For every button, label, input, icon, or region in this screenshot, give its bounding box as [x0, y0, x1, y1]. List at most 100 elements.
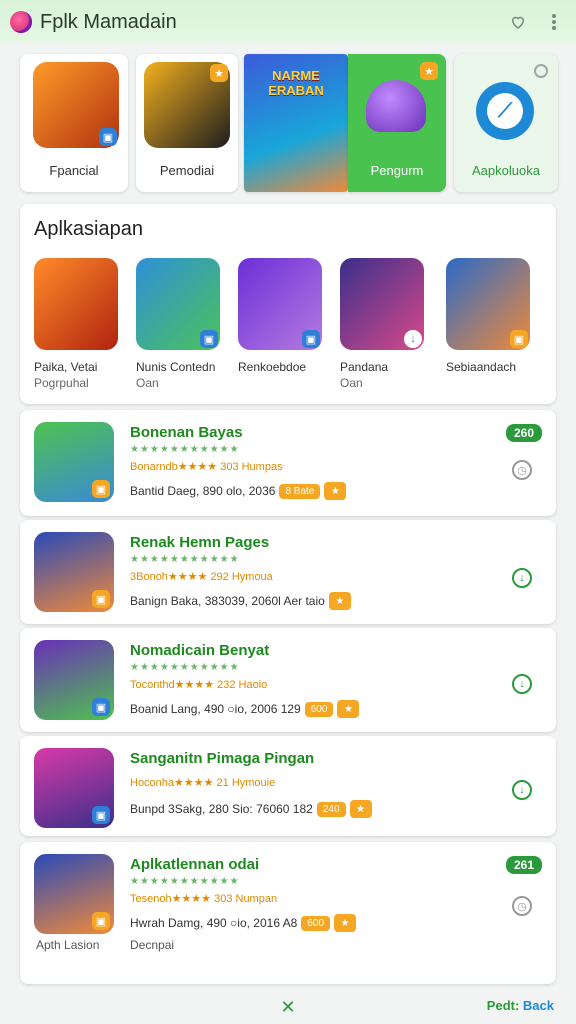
list-app-icon: ▣ — [34, 854, 114, 934]
app-title: Bonenan Bayas — [130, 424, 243, 441]
download-icon[interactable]: ↓ — [512, 780, 532, 800]
rating-text: Toconthd★★★★ 232 Haoio — [130, 679, 268, 691]
warrior-game-icon: ▣ — [446, 258, 530, 350]
featured-carousel: ▣ Fpancial ★ Pemodiai NARME ERABAN ★ Pen… — [20, 54, 576, 194]
mushroom-icon — [366, 80, 426, 132]
clock-icon[interactable]: ◷ — [512, 460, 532, 480]
list-app-icon: ▣ — [34, 422, 114, 502]
featured-label: Aapkoluoka — [472, 163, 540, 178]
app-meta: Bunpd 3Sakg, 280 Sio: 76060 182 240 ★ — [130, 800, 372, 818]
more-vert-icon[interactable] — [542, 10, 566, 34]
featured-card-2[interactable]: ★ Pemodiai — [136, 54, 238, 192]
list-app-icon: ▣ — [34, 640, 114, 720]
tile-name: Pandana — [340, 360, 389, 374]
tile-sub: Oan — [340, 376, 363, 390]
bottom-link-b: Back — [522, 998, 554, 1013]
size-pill: 600 — [301, 915, 331, 931]
star-badge-icon: ★ — [328, 592, 351, 610]
featured-label: Fpancial — [49, 163, 99, 178]
bottom-link[interactable]: Pedt: Back — [487, 998, 554, 1013]
download-icon: ↓ — [404, 330, 422, 348]
app-meta: Bantid Daeg, 890 olo, 2036 8 Bate ★ — [130, 482, 347, 500]
footer-right-text: Decnpai — [130, 938, 175, 952]
gamepad-icon — [34, 258, 118, 350]
size-pill: 600 — [304, 701, 334, 717]
app-bar: Fplk Mamadain — [0, 0, 576, 44]
tile-name: Nunis Contedn — [136, 360, 216, 374]
rank-badge: 260 — [505, 424, 542, 442]
rating-text: Hoconha★★★★ 21 Hymouie — [130, 777, 276, 789]
app-title: Sanganitn Pimaga Pingan — [130, 750, 315, 767]
app-title: Nomadicain Benyat — [130, 642, 270, 659]
list-item[interactable]: ▣ Renak Hemn Pages ★★★★★★★★★★★ 3Bonoh★★★… — [20, 520, 556, 624]
featured-label: Pemodiai — [159, 163, 215, 178]
app-tile[interactable]: ▣ Nunis Contedn Oan — [136, 258, 230, 390]
rating-text: Tesenoh★★★★ 303 Numpan — [130, 893, 278, 905]
rating-stars: ★★★★★★★★★★★ — [130, 444, 240, 455]
star-badge-icon: ★ — [334, 914, 357, 932]
app-tile[interactable]: ▣ Sebiaandach — [446, 258, 540, 376]
section-title: Aplkasiapan — [34, 218, 143, 240]
square-badge-icon: ▣ — [92, 698, 110, 716]
close-icon[interactable]: ✕ — [280, 997, 295, 1018]
star-badge-icon: ★ — [349, 800, 372, 818]
ghost-game-icon: ▣ — [238, 258, 322, 350]
app-tile[interactable]: ↓ Pandana Oan — [340, 258, 434, 390]
square-badge-icon: ▣ — [92, 912, 110, 930]
rating-stars: ★★★★★★★★★★★ — [130, 876, 240, 887]
adventure-game-icon: ↓ — [340, 258, 424, 350]
featured-card-5[interactable]: ⟋ Aapkoluoka — [454, 54, 558, 192]
meta-text: Boanid Lang, 490 ○io, 2006 129 — [130, 702, 301, 716]
featured-card-3[interactable]: NARME ERABAN — [244, 54, 348, 192]
app-tile[interactable]: ▣ Renkoebdoe — [238, 258, 332, 376]
star-badge-icon: ★ — [324, 482, 347, 500]
app-logo — [10, 11, 32, 33]
star-badge-icon: ★ — [420, 62, 438, 80]
featured-icon-1: ▣ — [33, 62, 119, 148]
rank-badge: 261 — [505, 856, 542, 874]
tile-name: Renkoebdoe — [238, 360, 307, 374]
app-tile[interactable]: Paika, Vetai Pogrpuhal — [34, 258, 128, 390]
app-meta: Hwrah Damg, 490 ○io, 2016 A8 600 ★ — [130, 914, 357, 932]
square-badge-icon: ▣ — [302, 330, 320, 348]
square-badge-icon: ▣ — [510, 330, 528, 348]
featured-card-4[interactable]: ★ Pengurm — [348, 54, 446, 192]
list-item[interactable]: ▣ Aplkatlennan odai ★★★★★★★★★★★ Tesenoh★… — [20, 842, 556, 984]
meta-text: Bantid Daeg, 890 olo, 2036 — [130, 484, 276, 498]
featured-label: NARME ERABAN — [268, 68, 324, 98]
rating-text: Bonarndb★★★★ 303 Humpas — [130, 461, 283, 473]
app-title: Aplkatlennan odai — [130, 856, 260, 873]
tile-name: Sebiaandach — [446, 360, 517, 374]
list-item[interactable]: ▣ Nomadicain Benyat ★★★★★★★★★★★ Toconthd… — [20, 628, 556, 732]
bottom-link-a: Pedt: — [486, 998, 520, 1013]
rating-stars: ★★★★★★★★★★★ — [130, 662, 240, 673]
star-badge-icon: ★ — [210, 64, 228, 82]
list-item[interactable]: ▣ Bonenan Bayas ★★★★★★★★★★★ Bonarndb★★★★… — [20, 410, 556, 516]
list-item[interactable]: ▣ Sanganitn Pimaga Pingan Hoconha★★★★ 21… — [20, 736, 556, 836]
app-meta: Banign Baka, 383039, 2060l Aer taio ★ — [130, 592, 351, 610]
meta-text: Banign Baka, 383039, 2060l Aer taio — [130, 594, 325, 608]
app-meta: Boanid Lang, 490 ○io, 2006 129 600 ★ — [130, 700, 360, 718]
star-badge-icon: ★ — [337, 700, 360, 718]
rating-stars: ★★★★★★★★★★★ — [130, 554, 240, 565]
tile-name: Paika, Vetai — [34, 360, 98, 374]
list-app-icon: ▣ — [34, 532, 114, 612]
featured-card-1[interactable]: ▣ Fpancial — [20, 54, 128, 192]
square-badge-icon: ▣ — [92, 806, 110, 824]
clock-icon[interactable]: ◷ — [512, 896, 532, 916]
app-title: Renak Hemn Pages — [130, 534, 270, 551]
meta-text: Bunpd 3Sakg, 280 Sio: 76060 182 — [130, 802, 313, 816]
tile-sub: Pogrpuhal — [34, 376, 89, 390]
heart-outline-icon[interactable] — [506, 10, 530, 34]
square-badge-icon: ▣ — [92, 480, 110, 498]
size-pill: 240 — [316, 801, 346, 817]
featured-icon-2: ★ — [144, 62, 230, 148]
rating-text: 3Bonoh★★★★ 292 Hymoua — [130, 571, 273, 583]
tile-sub: Oan — [136, 376, 159, 390]
download-icon[interactable]: ↓ — [512, 674, 532, 694]
download-icon[interactable]: ↓ — [512, 568, 532, 588]
clock-icon — [534, 64, 548, 78]
meta-text: Hwrah Damg, 490 ○io, 2016 A8 — [130, 916, 298, 930]
hero-game-icon: ▣ — [136, 258, 220, 350]
section-apps: Aplkasiapan Paika, Vetai Pogrpuhal ▣ Nun… — [20, 204, 556, 404]
